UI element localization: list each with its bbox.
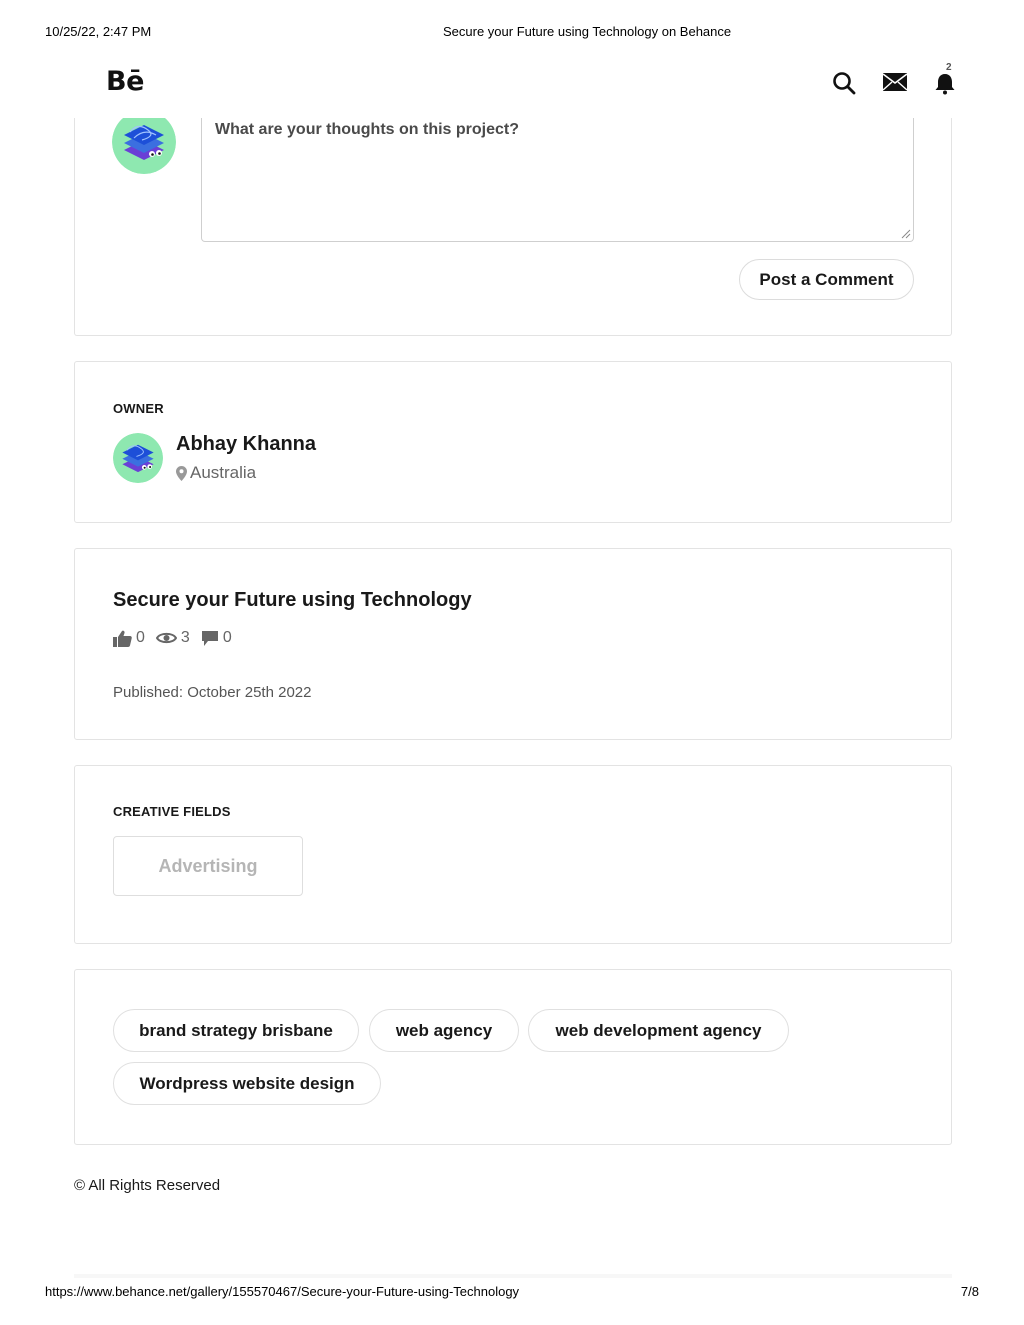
post-comment-button[interactable]: Post a Comment [739,259,914,300]
print-url: https://www.behance.net/gallery/15557046… [45,1284,520,1299]
comment-bubble-icon [201,630,218,646]
owner-avatar[interactable] [113,433,163,483]
tag-pill[interactable]: brand strategy brisbane [113,1009,359,1052]
print-page-number: 7/8 [960,1284,979,1299]
print-datetime: 10/25/22, 2:47 PM [45,24,152,39]
creative-fields-section: CREATIVE FIELDS Advertising [74,765,952,944]
creative-field-advertising[interactable]: Advertising [113,836,303,896]
behance-logo[interactable]: Bē [106,66,144,97]
mail-icon[interactable] [882,72,908,92]
appreciations-stat: 0 [113,629,145,647]
comment-placeholder: What are your thoughts on this project? [215,121,519,138]
print-footer: https://www.behance.net/gallery/15557046… [0,1284,1024,1302]
views-count: 3 [180,629,190,646]
eye-icon [155,632,177,644]
top-navigation: Bē 2 [0,52,1024,118]
thumbs-up-icon [113,630,132,647]
resize-grip-icon[interactable] [901,229,911,239]
user-avatar[interactable] [112,110,176,174]
project-stats: 0 3 0 [113,629,243,647]
owner-location-text: Australia [190,463,257,482]
project-info-section: Secure your Future using Technology 0 3 … [74,548,952,740]
comment-textarea[interactable]: What are your thoughts on this project? [201,116,914,242]
owner-section: OWNER Abhay Khanna Australia [74,361,952,523]
project-title: Secure your Future using Technology [113,589,472,611]
footer-divider [74,1274,952,1278]
tag-pill[interactable]: Wordpress website design [113,1062,381,1105]
notification-count: 2 [946,62,952,73]
owner-name[interactable]: Abhay Khanna [176,433,316,456]
comments-count: 0 [222,629,232,646]
tag-pill[interactable]: web agency [369,1009,519,1052]
print-header: 10/25/22, 2:47 PM Secure your Future usi… [0,24,1024,42]
tag-pill[interactable]: web development agency [528,1009,789,1052]
owner-location: Australia [176,463,256,483]
published-date: Published: October 25th 2022 [113,684,312,701]
print-page-title: Secure your Future using Technology on B… [443,24,732,39]
tags-section: brand strategy brisbane web agency web d… [74,969,952,1145]
location-pin-icon [176,465,187,481]
appreciations-count: 0 [136,629,145,646]
search-icon[interactable] [831,70,857,96]
creative-fields-heading: CREATIVE FIELDS [113,804,231,819]
copyright-notice: © All Rights Reserved [74,1177,221,1194]
owner-heading: OWNER [113,401,164,416]
bell-icon[interactable] [932,70,958,96]
comments-stat: 0 [201,629,232,647]
views-stat: 3 [155,629,190,647]
